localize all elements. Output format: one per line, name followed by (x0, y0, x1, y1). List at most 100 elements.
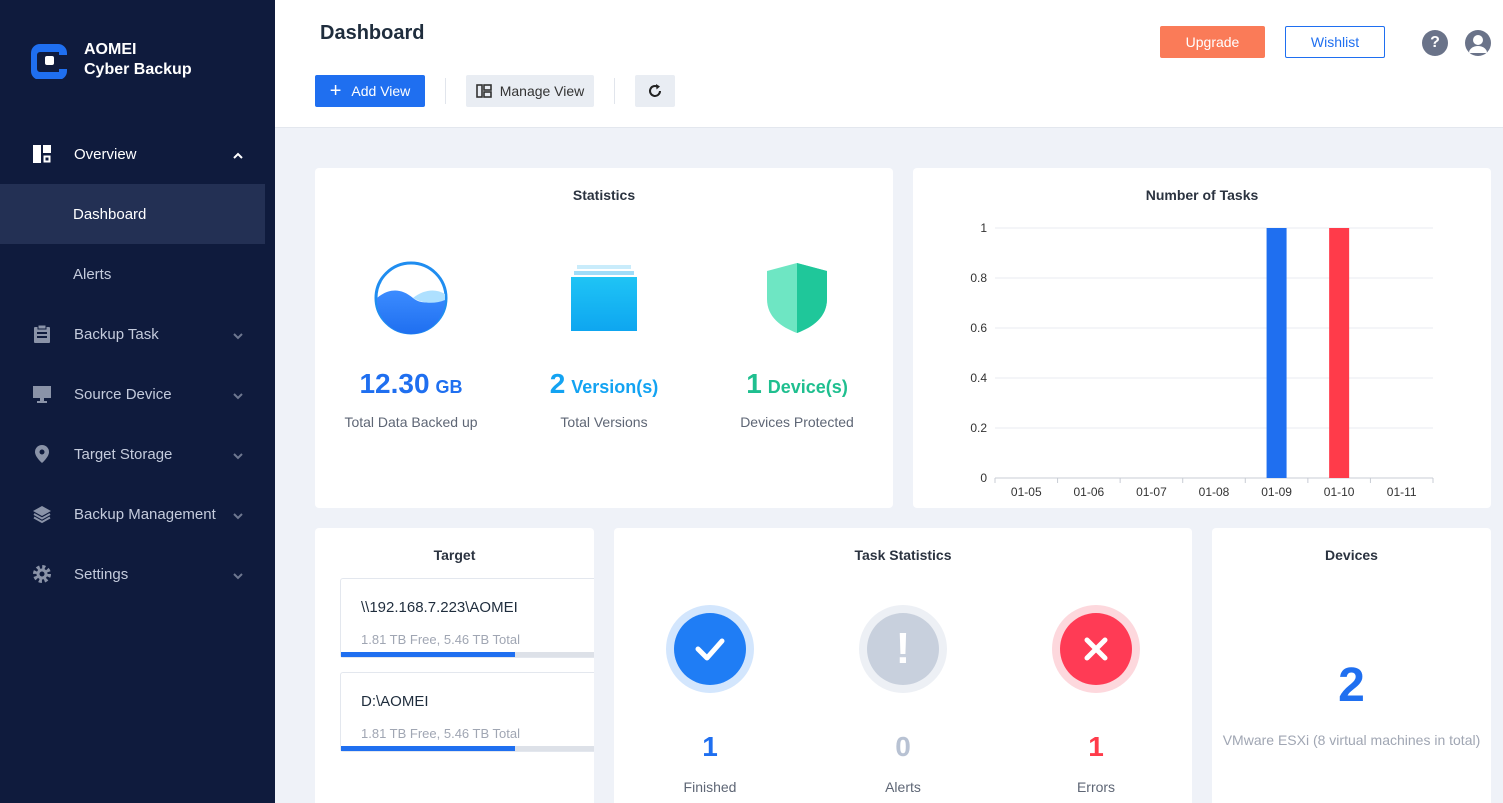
x-tick-label: 01-08 (1199, 485, 1230, 499)
sidebar-item-dashboard[interactable]: Dashboard (0, 184, 265, 244)
stat-total-data: 12.30 GB Total Data Backed up (316, 258, 506, 430)
sidebar-item-label: Backup Task (74, 325, 159, 343)
clipboard-icon (32, 324, 52, 344)
y-tick-label: 0 (980, 471, 987, 485)
task-stat-value: 0 (895, 731, 911, 762)
water-storage-icon (316, 258, 506, 338)
tasks-chart-card: Number of Tasks 0 0.2 0.4 0.6 0.8 1 01-05 01-06… (913, 168, 1491, 508)
target-item[interactable]: D:\AOMEI 1.81 TB Free, 5.46 TB Total (340, 672, 594, 752)
x-tick-label: 01-11 (1387, 485, 1417, 499)
tasks-bar-chart: 0 0.2 0.4 0.6 0.8 1 01-05 01-06 01-07 01-08 01-09 0… (970, 221, 1434, 499)
devices-count[interactable]: 2 (1212, 658, 1491, 713)
y-tick-label: 0.8 (970, 271, 987, 285)
sidebar-item-source-device[interactable]: Source Device (0, 364, 275, 424)
target-path: \\192.168.7.223\AOMEI (361, 599, 518, 616)
error-x-circle-icon (1052, 605, 1140, 693)
card-title: Devices (1325, 547, 1378, 563)
task-stat-label: Alerts (885, 779, 921, 795)
chevron-down-icon (233, 388, 243, 400)
task-stat-label: Errors (1076, 779, 1116, 795)
stat-label: Total Versions (560, 414, 648, 430)
sidebar-item-alerts[interactable]: Alerts (0, 244, 275, 304)
top-header: Dashboard + Add View Manage View Upgrade… (275, 0, 1503, 128)
chevron-down-icon (233, 328, 243, 340)
target-card: Target \\192.168.7.223\AOMEI 1.81 TB Fre… (315, 528, 594, 803)
x-tick-label: 01-10 (1324, 485, 1355, 499)
brand-product: Cyber Backup (84, 61, 192, 78)
chevron-up-icon (233, 148, 243, 159)
stat-label: Total Data Backed up (344, 414, 478, 430)
page-title: Dashboard (320, 22, 425, 44)
task-statistics-card: Task Statistics 1 Finished ! 0 Alerts 1 … (614, 528, 1192, 803)
aomei-logo-icon (30, 41, 68, 80)
sidebar-item-overview[interactable]: Overview (0, 124, 275, 184)
chevron-down-icon (233, 448, 243, 460)
user-avatar-icon[interactable] (1465, 30, 1491, 56)
brand[interactable]: AOMEI Cyber Backup (30, 40, 192, 80)
capacity-bar (341, 652, 594, 657)
x-tick-label: 01-09 (1261, 485, 1292, 499)
stat-total-versions: 2 Version(s) Total Versions (509, 258, 699, 430)
sidebar-item-label: Target Storage (74, 445, 173, 463)
capacity-bar-fill (341, 652, 515, 657)
card-title: Task Statistics (854, 547, 952, 563)
sidebar-item-label: Backup Management (74, 505, 216, 523)
toolbar-divider (614, 78, 615, 104)
stat-value: 2 (549, 368, 566, 399)
gear-icon (32, 564, 52, 584)
stat-unit: Version(s) (571, 377, 659, 397)
task-stat-value: 1 (702, 731, 718, 762)
layers-icon (32, 504, 52, 524)
bar (1266, 228, 1287, 478)
task-stat-value: 1 (1088, 731, 1104, 762)
task-stat-alerts: ! 0 Alerts (813, 605, 993, 795)
chevron-down-icon (233, 508, 243, 520)
sidebar-item-settings[interactable]: Settings (0, 544, 275, 604)
toolbar-divider (445, 78, 446, 104)
stat-devices-protected: 1 Device(s) Devices Protected (702, 258, 892, 430)
capacity-bar (341, 746, 594, 751)
dashboard-layout-icon (32, 144, 52, 164)
sidebar-item-backup-management[interactable]: Backup Management (0, 484, 275, 544)
task-stat-label: Finished (683, 779, 737, 795)
task-stat-finished: 1 Finished (620, 605, 800, 795)
upgrade-button[interactable]: Upgrade (1160, 26, 1265, 58)
exclamation-circle-icon: ! (859, 605, 947, 693)
stat-unit: Device(s) (767, 377, 848, 397)
manage-view-button[interactable]: Manage View (466, 75, 594, 107)
refresh-button[interactable] (635, 75, 675, 107)
x-tick-label: 01-05 (1011, 485, 1042, 499)
sidebar-item-target-storage[interactable]: Target Storage (0, 424, 275, 484)
check-circle-icon (666, 605, 754, 693)
x-tick-label: 01-06 (1074, 485, 1105, 499)
chevron-down-icon (233, 568, 243, 580)
y-tick-label: 1 (980, 221, 987, 235)
stat-value: 12.30 (359, 368, 430, 399)
add-view-label: Add View (351, 83, 411, 99)
statistics-card: Statistics 12.30GB Total Data Backed up (315, 168, 893, 508)
stat-label: Devices Protected (740, 414, 854, 430)
sidebar: AOMEI Cyber Backup Overview Dashboard Al… (0, 0, 275, 803)
capacity-bar-fill (341, 746, 515, 751)
devices-description: VMware ESXi (8 virtual machines in total… (1222, 732, 1481, 748)
sidebar-item-label: Settings (74, 565, 129, 583)
card-title: Target (433, 547, 476, 563)
brand-name: AOMEI (84, 41, 137, 58)
shield-icon (702, 258, 892, 338)
stat-unit: GB (435, 377, 463, 397)
stat-value: 1 (746, 368, 762, 399)
sidebar-item-backup-task[interactable]: Backup Task (0, 304, 275, 364)
bar (1329, 228, 1350, 478)
task-stat-errors: 1 Errors (1006, 605, 1186, 795)
wishlist-button[interactable]: Wishlist (1285, 26, 1385, 58)
y-tick-label: 0.4 (970, 371, 987, 385)
sidebar-nav: Overview Dashboard Alerts Backup Task So… (0, 124, 275, 604)
manage-view-label: Manage View (499, 83, 585, 99)
location-pin-icon (32, 444, 52, 464)
add-view-button[interactable]: + Add View (315, 75, 425, 107)
help-icon[interactable]: ? (1422, 30, 1448, 56)
sidebar-item-label: Source Device (74, 385, 172, 403)
target-item[interactable]: \\192.168.7.223\AOMEI 1.81 TB Free, 5.46… (340, 578, 594, 658)
y-tick-label: 0.6 (970, 321, 987, 335)
target-capacity: 1.81 TB Free, 5.46 TB Total (361, 632, 520, 647)
